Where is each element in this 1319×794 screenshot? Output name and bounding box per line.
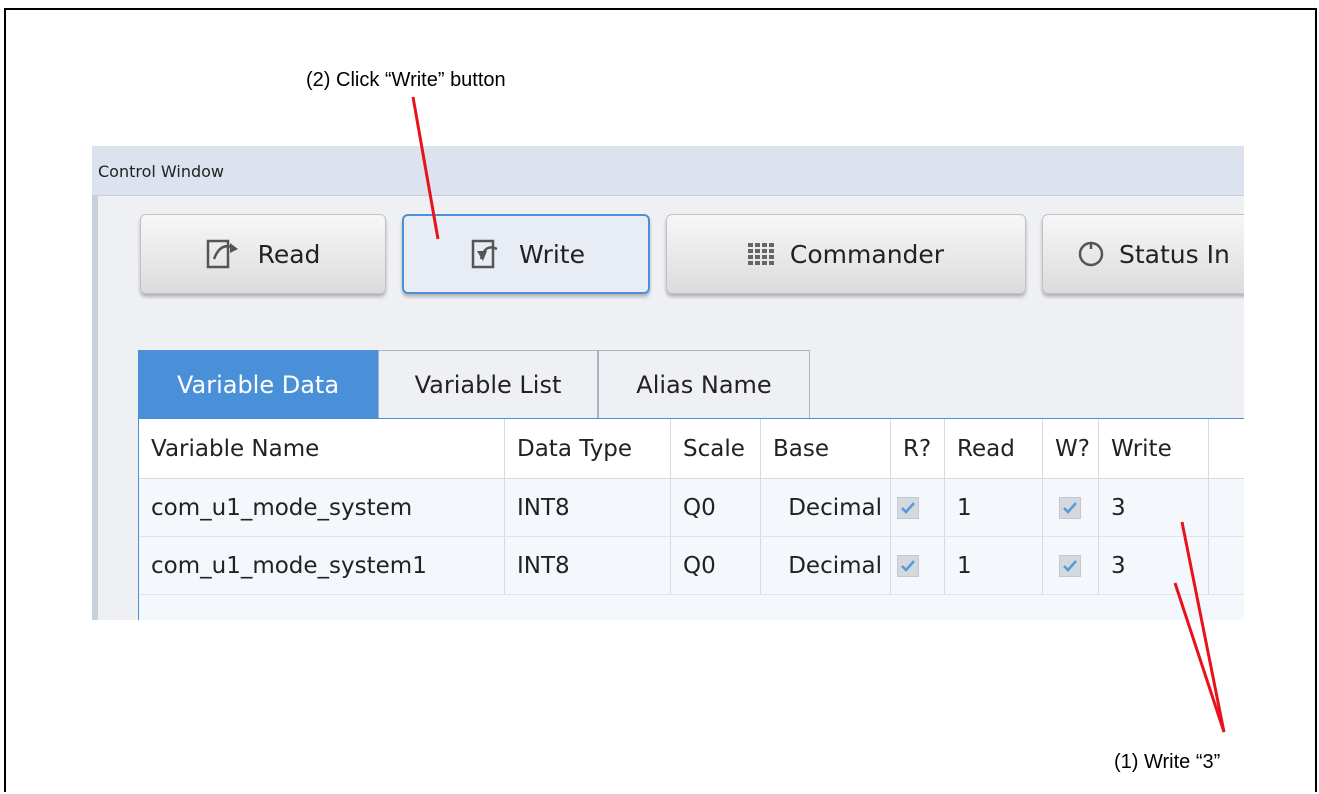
tab-variable-list[interactable]: Variable List [378,350,598,418]
status-icon [1077,240,1105,268]
column-header-write[interactable]: Write [1099,419,1209,478]
tab-variable-data[interactable]: Variable Data [138,350,378,418]
variable-name-cell: com_u1_mode_system1 [139,537,505,594]
read-value-cell: 1 [945,479,1043,536]
read-enable-checkbox[interactable] [897,496,919,519]
table-header-row: Variable Name Data Type Scale Base R? Re… [139,419,1244,479]
scale-cell: Q0 [671,479,761,536]
read-button-label: Read [257,239,321,269]
column-header-read[interactable]: Read [945,419,1043,478]
read-value-cell: 1 [945,537,1043,594]
window-title: Control Window [98,162,225,181]
base-cell: Decimal [761,479,891,536]
tab-label: Variable Data [176,370,340,399]
variable-data-table: Variable Name Data Type Scale Base R? Re… [138,418,1244,620]
data-type-cell: INT8 [505,479,671,536]
w-cell [1043,479,1099,536]
w-cell [1043,537,1099,594]
data-type-cell: INT8 [505,537,671,594]
write-button-label: Write [518,239,585,269]
scale-cell: Q0 [671,537,761,594]
column-header-variable-name[interactable]: Variable Name [139,419,505,478]
checkmark-icon [1063,559,1077,572]
column-header-scale[interactable]: Scale [671,419,761,478]
table-row[interactable]: com_u1_mode_system INT8 Q0 Decimal 1 3 [139,479,1244,537]
r-cell [891,479,945,536]
column-header-w[interactable]: W? [1043,419,1099,478]
tab-label: Alias Name [636,370,772,399]
checkmark-icon [901,559,915,572]
write-icon [467,237,505,271]
write-value-input[interactable]: 3 [1099,537,1209,594]
column-header-r[interactable]: R? [891,419,945,478]
checkmark-icon [901,501,915,514]
read-enable-checkbox[interactable] [897,554,919,577]
toolbar: Read Write Commander Status In [98,196,1244,316]
column-header-base[interactable]: Base [761,419,891,478]
read-button[interactable]: Read [140,214,386,294]
status-button-label: Status In [1119,239,1230,269]
commander-icon [747,243,776,265]
tab-alias-name[interactable]: Alias Name [598,350,810,418]
r-cell [891,537,945,594]
annotation-write-value: (1) Write “3” [1114,751,1221,773]
status-info-button[interactable]: Status In [1042,214,1244,294]
table-row[interactable]: com_u1_mode_system1 INT8 Q0 Decimal 1 3 [139,537,1244,595]
commander-button-label: Commander [789,239,945,269]
table-row[interactable] [139,595,1244,620]
tab-label: Variable List [414,370,562,399]
content-area: Variable Data Variable List Alias Name V… [98,316,1244,620]
write-button[interactable]: Write [402,214,650,294]
commander-button[interactable]: Commander [666,214,1026,294]
read-icon [206,237,244,271]
column-header-data-type[interactable]: Data Type [505,419,671,478]
write-enable-checkbox[interactable] [1059,496,1081,519]
control-window: Control Window Read Write Commander Stat… [92,146,1244,620]
write-value-input[interactable]: 3 [1099,479,1209,536]
checkmark-icon [1063,501,1077,514]
variable-name-cell: com_u1_mode_system [139,479,505,536]
annotation-click-write: (2) Click “Write” button [306,69,506,91]
base-cell: Decimal [761,537,891,594]
write-enable-checkbox[interactable] [1059,554,1081,577]
title-bar: Control Window [92,146,1244,196]
